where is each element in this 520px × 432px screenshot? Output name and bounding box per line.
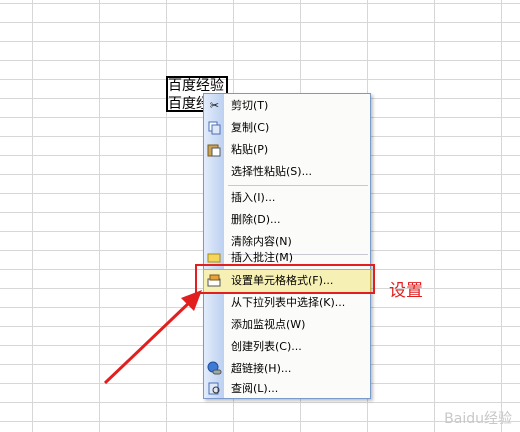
annotation-arrow [103,290,202,385]
watermark-text: Baidu经验 [444,411,512,427]
